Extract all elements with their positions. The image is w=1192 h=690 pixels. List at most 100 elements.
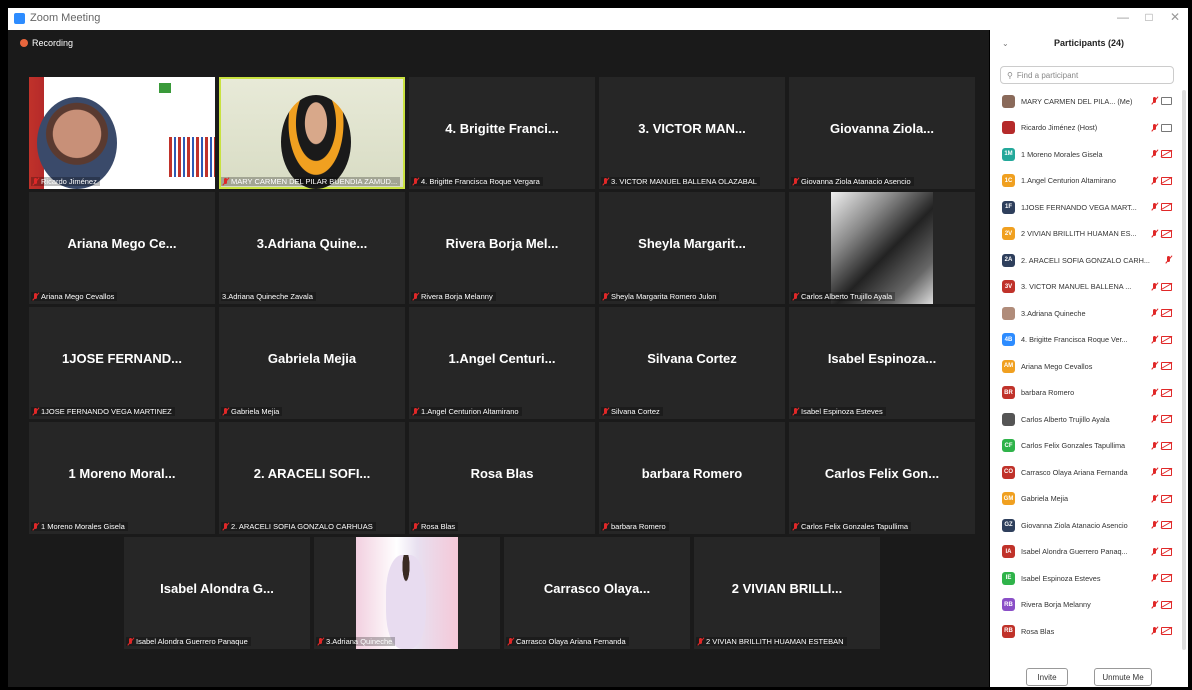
- tile-name-label: 4. Brigitte Francisca Roque Vergara: [411, 177, 543, 186]
- video-tile[interactable]: Gabriela Mejia Gabriela Mejia: [219, 307, 405, 419]
- participant-row[interactable]: 1C 1.Angel Centurion Altamirano: [990, 168, 1176, 195]
- participant-row[interactable]: Carlos Alberto Trujillo Ayala: [990, 406, 1176, 433]
- video-tile[interactable]: Isabel Espinoza... Isabel Espinoza Esteve…: [789, 307, 975, 419]
- camera-off-icon: [1161, 203, 1172, 212]
- video-tile[interactable]: Carlos Alberto Trujillo Ayala: [789, 192, 975, 304]
- recording-indicator[interactable]: Recording: [20, 38, 73, 48]
- video-tile[interactable]: Carrasco Olaya... Carrasco Olaya Ariana F…: [504, 537, 690, 649]
- search-icon: ⚲: [1007, 70, 1013, 80]
- video-tile[interactable]: Giovanna Ziola... Giovanna Ziola Atanacio…: [789, 77, 975, 189]
- participant-row[interactable]: BR barbara Romero: [990, 380, 1176, 407]
- participant-row[interactable]: 4B 4. Brigitte Francisca Roque Ver...: [990, 327, 1176, 354]
- tile-name-text: Carrasco Olaya Ariana Fernanda: [516, 637, 626, 646]
- participant-row[interactable]: CO Carrasco Olaya Ariana Fernanda: [990, 459, 1176, 486]
- tile-name-label: Rivera Borja Melanny: [411, 292, 496, 301]
- mic-muted-icon: [602, 292, 609, 301]
- unmute-me-button[interactable]: Unmute Me: [1094, 668, 1152, 686]
- participant-row[interactable]: Ricardo Jiménez (Host): [990, 115, 1176, 142]
- participant-status-icons: [1151, 97, 1172, 106]
- mic-muted-icon: [1151, 309, 1158, 317]
- tile-name-text: Carlos Felix Gonzales Tapullima: [801, 522, 908, 531]
- video-tile[interactable]: barbara Romero barbara Romero: [599, 422, 785, 534]
- participant-row[interactable]: 3.Adriana Quineche: [990, 300, 1176, 327]
- avatar: 1F: [1002, 200, 1015, 214]
- video-tile[interactable]: Ariana Mego Ce... Ariana Mego Cevallos: [29, 192, 215, 304]
- video-tile[interactable]: Silvana Cortez Silvana Cortez: [599, 307, 785, 419]
- participant-row[interactable]: 1M 1 Moreno Morales Gisela: [990, 141, 1176, 168]
- avatar: RB: [1002, 598, 1015, 612]
- video-tile[interactable]: 2 VIVIAN BRILLI... 2 VIVIAN BRILLITH HUAM…: [694, 537, 880, 649]
- zoom-app-icon: [14, 13, 25, 24]
- close-button[interactable]: ✕: [1164, 10, 1186, 24]
- participants-scrollbar[interactable]: [1182, 90, 1186, 650]
- video-tile[interactable]: 2. ARACELI SOFI... 2. ARACELI SOFIA GONZA…: [219, 422, 405, 534]
- mic-muted-icon: [412, 292, 419, 301]
- participant-row[interactable]: GZ Giovanna Ziola Atanacio Asencio: [990, 512, 1176, 539]
- participant-row[interactable]: 2V 2 VIVIAN BRILLITH HUAMAN ES...: [990, 221, 1176, 248]
- tile-name-label: barbara Romero: [601, 522, 669, 531]
- camera-off-icon: [1161, 335, 1172, 344]
- tile-display-name: Rivera Borja Mel...: [445, 236, 559, 251]
- video-tile[interactable]: 1.Angel Centuri... 1.Angel Centurion Alta…: [409, 307, 595, 419]
- participant-row[interactable]: IE Isabel Espinoza Esteves: [990, 565, 1176, 592]
- video-tile[interactable]: Carlos Felix Gon... Carlos Felix Gonzales…: [789, 422, 975, 534]
- participant-row[interactable]: RB Rivera Borja Melanny: [990, 592, 1176, 619]
- mic-muted-icon: [1151, 494, 1158, 503]
- avatar: 2A: [1002, 253, 1015, 267]
- participant-name: Rivera Borja Melanny: [1021, 600, 1091, 610]
- participant-row[interactable]: GM Gabriela Mejia: [990, 486, 1176, 513]
- mic-muted-icon: [1151, 547, 1158, 556]
- video-tile[interactable]: Rosa Blas Rosa Blas: [409, 422, 595, 534]
- mic-muted-icon: [697, 637, 704, 646]
- video-tile[interactable]: 1JOSE FERNAND... 1JOSE FERNANDO VEGA MART…: [29, 307, 215, 419]
- camera-off-icon: [1161, 362, 1172, 371]
- video-tile[interactable]: 1 Moreno Moral... 1 Moreno Morales Gisela: [29, 422, 215, 534]
- participant-row[interactable]: 1F 1JOSE FERNANDO VEGA MART...: [990, 194, 1176, 221]
- tile-name-label: Carlos Alberto Trujillo Ayala: [791, 292, 896, 301]
- participant-row[interactable]: IA Isabel Alondra Guerrero Panaq...: [990, 539, 1176, 566]
- participant-row[interactable]: 3V 3. VICTOR MANUEL BALLENA ...: [990, 274, 1176, 301]
- tile-name-text: Isabel Alondra Guerrero Panaque: [136, 637, 248, 646]
- mic-muted-icon: [1151, 388, 1158, 397]
- tile-name-label: Carlos Felix Gonzales Tapullima: [791, 522, 911, 531]
- invite-button[interactable]: Invite: [1026, 668, 1068, 686]
- tile-display-name: 1JOSE FERNAND...: [62, 351, 182, 366]
- avatar: [1002, 306, 1015, 320]
- tile-name-text: 2. ARACELI SOFIA GONZALO CARHUAS: [231, 522, 373, 531]
- participant-status-icons: [1151, 282, 1172, 291]
- video-tile[interactable]: Isabel Alondra G... Isabel Alondra Guerre…: [124, 537, 310, 649]
- mic-muted-icon: [1151, 229, 1158, 238]
- participant-name: 3.Adriana Quineche: [1021, 308, 1086, 318]
- mic-muted-icon: [412, 522, 419, 531]
- participant-video: [37, 97, 117, 189]
- video-tile[interactable]: 3. VICTOR MAN... 3. VICTOR MANUEL BALLENA…: [599, 77, 785, 189]
- participant-row[interactable]: AM Ariana Mego Cevallos: [990, 353, 1176, 380]
- search-input[interactable]: ⚲ Find a participant: [1000, 66, 1174, 84]
- video-tile[interactable]: 4. Brigitte Franci... 4. Brigitte Francis…: [409, 77, 595, 189]
- participant-status-icons: [1151, 441, 1172, 450]
- tile-name-text: Ricardo Jiménez: [41, 177, 97, 186]
- mic-muted-icon: [1151, 335, 1158, 344]
- participant-row[interactable]: MARY CARMEN DEL PILA... (Me): [990, 88, 1176, 115]
- participant-name: Rosa Blas: [1021, 626, 1055, 636]
- mic-muted-icon: [1151, 176, 1158, 185]
- avatar: RB: [1002, 624, 1015, 638]
- camera-off-icon: [1161, 521, 1172, 530]
- tile-name-label: Gabriela Mejia: [221, 407, 283, 416]
- video-tile[interactable]: Rivera Borja Mel... Rivera Borja Melanny: [409, 192, 595, 304]
- participant-row[interactable]: CF Carlos Felix Gonzales Tapullima: [990, 433, 1176, 460]
- participant-name: Ricardo Jiménez (Host): [1021, 123, 1098, 133]
- video-tile[interactable]: Sheyla Margarit... Sheyla Margarita Romer…: [599, 192, 785, 304]
- video-tile[interactable]: Ricardo Jiménez: [29, 77, 215, 189]
- camera-on-icon: [1161, 123, 1172, 132]
- window-titlebar: Zoom Meeting — □ ✕: [8, 8, 1188, 30]
- maximize-button[interactable]: □: [1138, 10, 1160, 24]
- participant-row[interactable]: RB Rosa Blas: [990, 618, 1176, 645]
- video-tile[interactable]: 3.Adriana Quineche: [314, 537, 500, 649]
- mic-muted-icon: [1151, 203, 1158, 211]
- video-tile[interactable]: 3.Adriana Quine... 3.Adriana Quineche Zav…: [219, 192, 405, 304]
- minimize-button[interactable]: —: [1112, 10, 1134, 24]
- video-tile[interactable]: MARY CARMEN DEL PILAR BUENDIA ZAMUD...: [219, 77, 405, 189]
- participant-status-icons: [1151, 309, 1172, 318]
- participant-row[interactable]: 2A 2. ARACELI SOFIA GONZALO CARH...: [990, 247, 1176, 274]
